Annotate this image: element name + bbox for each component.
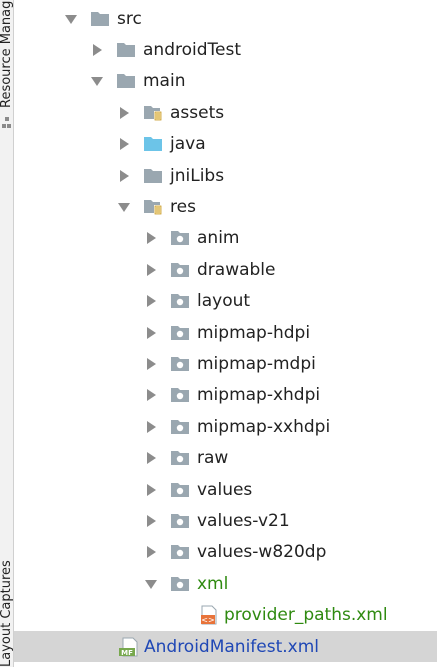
- tree-row-mipmap-xhdpi[interactable]: mipmap-xhdpi: [14, 380, 437, 411]
- chevron-right-icon[interactable]: [144, 357, 158, 371]
- folder-icon: [116, 73, 136, 89]
- tree-item-label: values: [197, 479, 253, 500]
- tree-item-label: provider_paths.xml: [224, 605, 388, 626]
- tree-row-values-w820dp[interactable]: values-w820dp: [14, 537, 437, 568]
- tree-row-anim[interactable]: anim: [14, 223, 437, 254]
- package-folder-icon: [170, 513, 190, 529]
- tree-row-xml[interactable]: xml: [14, 568, 437, 599]
- tree-item-label: layout: [197, 291, 251, 312]
- tree-item-label: res: [170, 197, 196, 218]
- folder-icon: [116, 42, 136, 58]
- tree-row-drawable[interactable]: drawable: [14, 254, 437, 285]
- tool-window-strip: Resource Manager Layout Captures: [0, 0, 14, 667]
- tree-row-androidmanifest-xml[interactable]: MF AndroidManifest.xml: [14, 631, 437, 663]
- package-folder-icon: [170, 544, 190, 560]
- tree-row-src[interactable]: src: [14, 3, 437, 34]
- tree-row-androidtest[interactable]: androidTest: [14, 34, 437, 65]
- chevron-right-icon[interactable]: [117, 106, 131, 120]
- xml-file-icon: <>: [198, 605, 220, 625]
- tree-row-mipmap-hdpi[interactable]: mipmap-hdpi: [14, 317, 437, 348]
- tree-row-jnilibs[interactable]: jniLibs: [14, 160, 437, 191]
- tree-row-mipmap-xxhdpi[interactable]: mipmap-xxhdpi: [14, 411, 437, 442]
- layout-captures-tab[interactable]: Layout Captures: [0, 520, 13, 667]
- tree-row-layout[interactable]: layout: [14, 286, 437, 317]
- tree-row-main[interactable]: main: [14, 66, 437, 97]
- tree-row-values[interactable]: values: [14, 474, 437, 505]
- chevron-down-icon[interactable]: [144, 577, 158, 591]
- source-folder-icon: [143, 136, 163, 152]
- package-folder-icon: [170, 450, 190, 466]
- manifest-file-icon: MF: [118, 637, 140, 657]
- resource-manager-tab[interactable]: Resource Manager: [0, 0, 13, 108]
- tree-row-mipmap-mdpi[interactable]: mipmap-mdpi: [14, 348, 437, 379]
- folder-icon: [90, 11, 110, 27]
- package-folder-icon: [170, 230, 190, 246]
- tree-item-label: mipmap-xhdpi: [197, 385, 321, 406]
- chevron-right-icon[interactable]: [117, 169, 131, 183]
- chevron-right-icon[interactable]: [144, 451, 158, 465]
- package-folder-icon: [170, 293, 190, 309]
- tree-item-label: raw: [197, 448, 229, 469]
- chevron-right-icon[interactable]: [144, 483, 158, 497]
- chevron-right-icon[interactable]: [144, 388, 158, 402]
- tree-item-label: values-w820dp: [197, 542, 327, 563]
- svg-text:MF: MF: [121, 649, 133, 657]
- resource-folder-icon: [143, 199, 163, 216]
- chevron-right-icon[interactable]: [144, 514, 158, 528]
- resource-folder-icon: [143, 105, 163, 121]
- resource-manager-tab-label: Resource Manager: [0, 0, 13, 108]
- tree-item-label: src: [117, 8, 142, 29]
- chevron-right-icon[interactable]: [90, 43, 104, 57]
- chevron-right-icon[interactable]: [144, 420, 158, 434]
- tree-item-label: values-v21: [197, 511, 290, 532]
- package-folder-icon: [170, 482, 190, 498]
- tree-item-label: main: [143, 71, 186, 92]
- tree-item-label: assets: [170, 102, 225, 123]
- tree-item-label: xml: [197, 573, 229, 594]
- resource-manager-icon: [2, 117, 11, 128]
- chevron-right-icon[interactable]: [144, 545, 158, 559]
- chevron-right-icon[interactable]: [117, 137, 131, 151]
- package-folder-icon: [170, 387, 190, 403]
- tree-item-label: mipmap-hdpi: [197, 322, 311, 343]
- tree-item-label: mipmap-xxhdpi: [197, 416, 331, 437]
- tree-item-label: AndroidManifest.xml: [144, 636, 320, 657]
- package-folder-icon: [170, 419, 190, 435]
- layout-captures-tab-label: Layout Captures: [0, 560, 13, 667]
- chevron-right-icon[interactable]: [144, 294, 158, 308]
- chevron-down-icon[interactable]: [64, 12, 78, 26]
- chevron-right-icon[interactable]: [144, 263, 158, 277]
- tree-row-provider-paths-xml[interactable]: <> provider_paths.xml: [14, 600, 437, 631]
- folder-icon: [143, 168, 163, 184]
- package-folder-icon: [170, 576, 190, 592]
- tree-row-res[interactable]: res: [14, 191, 437, 222]
- tree-item-label: java: [170, 134, 206, 155]
- tree-row-java[interactable]: java: [14, 129, 437, 160]
- chevron-right-icon[interactable]: [144, 326, 158, 340]
- tree-item-label: androidTest: [143, 40, 241, 61]
- svg-text:<>: <>: [201, 616, 214, 625]
- chevron-right-icon[interactable]: [144, 231, 158, 245]
- tree-row-raw[interactable]: raw: [14, 443, 437, 474]
- tree-item-label: mipmap-mdpi: [197, 354, 316, 375]
- package-folder-icon: [170, 325, 190, 341]
- chevron-down-icon[interactable]: [117, 200, 131, 214]
- tree-row-assets[interactable]: assets: [14, 97, 437, 128]
- package-folder-icon: [170, 356, 190, 372]
- tree-item-label: anim: [197, 228, 240, 249]
- tree-row-values-v21[interactable]: values-v21: [14, 505, 437, 536]
- package-folder-icon: [170, 262, 190, 278]
- chevron-down-icon[interactable]: [90, 74, 104, 88]
- tree-item-label: drawable: [197, 259, 276, 280]
- tree-item-label: jniLibs: [170, 165, 225, 186]
